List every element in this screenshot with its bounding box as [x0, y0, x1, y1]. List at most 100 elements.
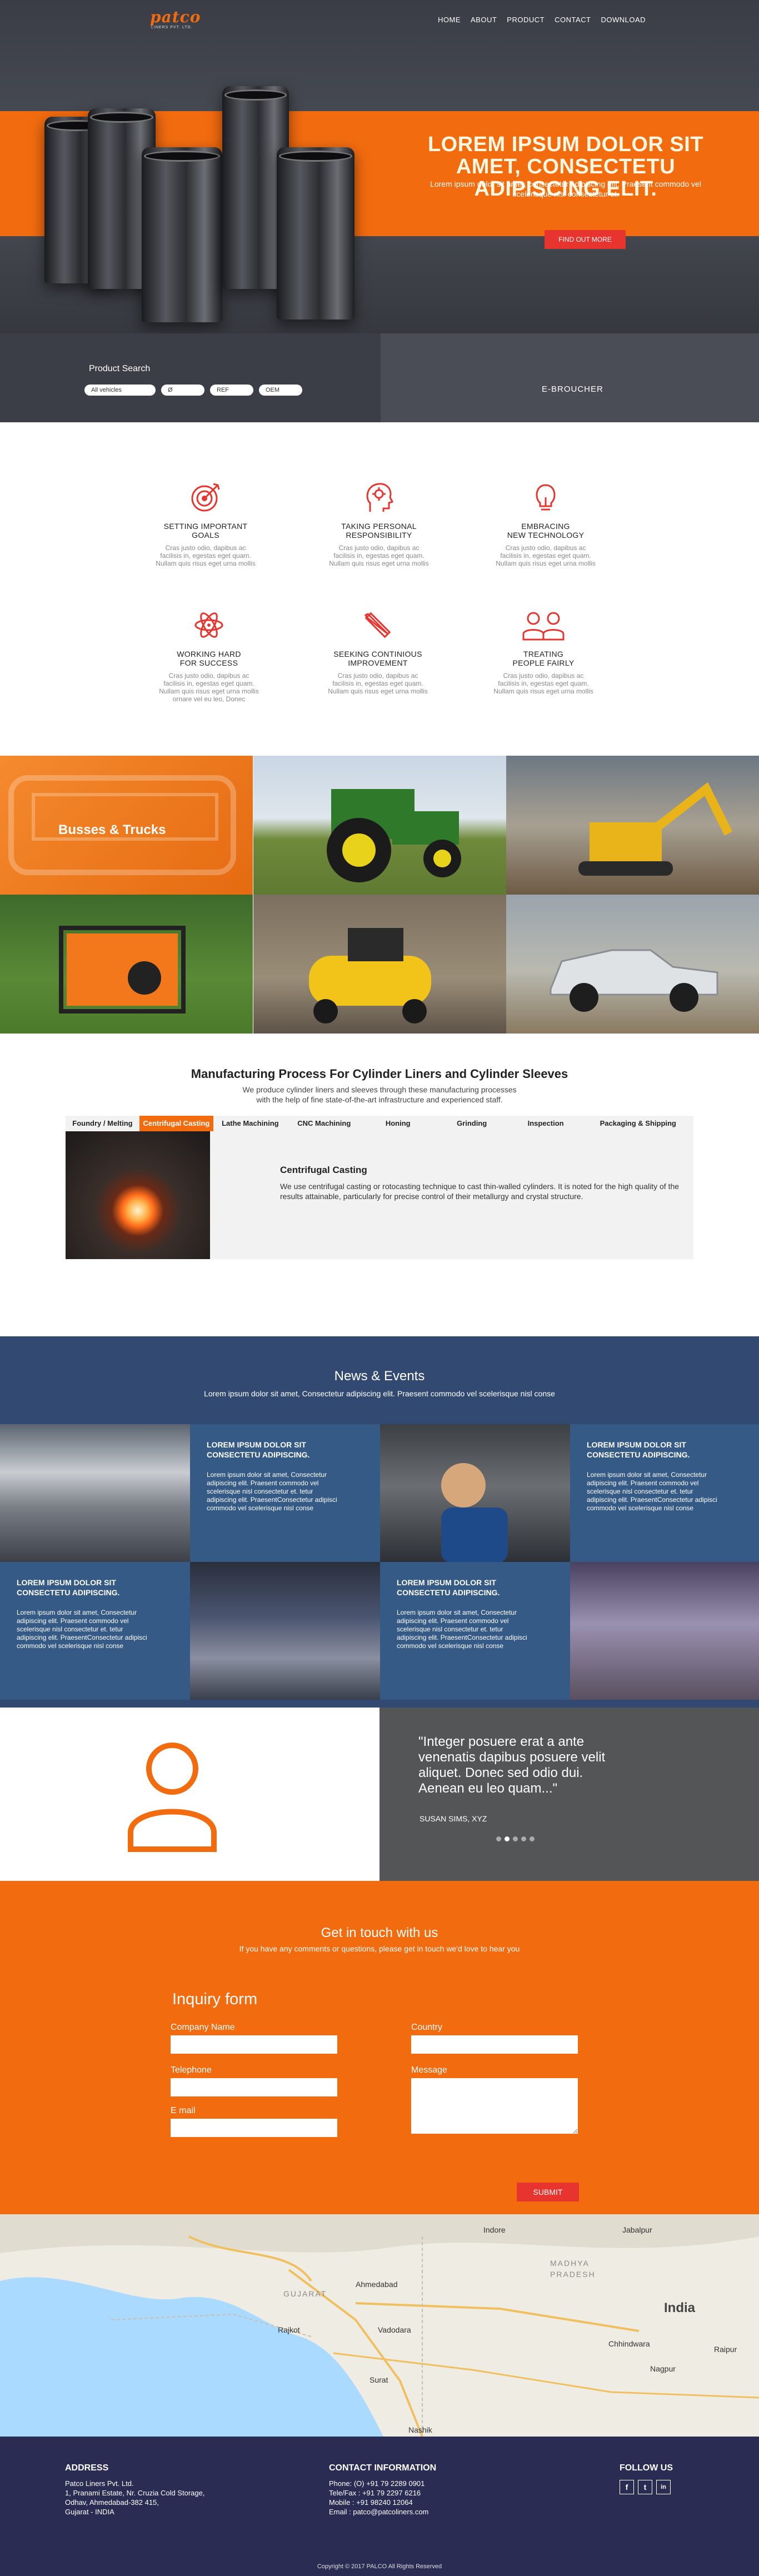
news-item[interactable]: LOREM IPSUM DOLOR SIT CONSECTETU ADIPISCI…	[190, 1424, 380, 1562]
company-name-input[interactable]	[171, 2035, 337, 2054]
news-text-line: adipiscing elit. Praesent commodo vel	[17, 1617, 129, 1625]
location-map[interactable]: GUJARAT Ahmedabad Rajkot Vadodara Surat …	[0, 2214, 759, 2437]
tile-pickup-truck[interactable]	[506, 895, 759, 1034]
footer: ADDRESS Patco Liners Pvt. Ltd. 1, Pranam…	[0, 2437, 759, 2576]
feature-title-line: WORKING HARD	[177, 650, 241, 658]
contact-line: Tele/Fax : +91 79 2297 6216	[329, 2489, 421, 2497]
nav-home[interactable]: HOME	[438, 16, 461, 24]
tile-busses-trucks[interactable]: Busses & Trucks	[0, 756, 253, 895]
tab-grinding[interactable]: Grinding	[435, 1116, 509, 1131]
tile-tractor[interactable]	[253, 756, 506, 895]
news-image-exhibition[interactable]	[570, 1562, 759, 1700]
contact-line: Mobile : +91 98240 12064	[329, 2498, 413, 2507]
logo[interactable]: patco	[150, 8, 201, 26]
nav-product[interactable]: PRODUCT	[507, 16, 545, 24]
tab-inspection[interactable]: Inspection	[509, 1116, 583, 1131]
vehicle-select[interactable]: All vehicles	[84, 385, 156, 396]
carousel-dot[interactable]	[513, 1836, 518, 1841]
feature-text-line: Cras justo odio, dapibus ac	[165, 544, 246, 552]
message-textarea[interactable]	[411, 2078, 578, 2134]
linkedin-icon[interactable]: in	[656, 2480, 671, 2494]
tab-centrifugal-casting[interactable]: Centrifugal Casting	[139, 1116, 213, 1131]
nav-download[interactable]: DOWNLOAD	[601, 16, 646, 24]
process-panel: Centrifugal Casting We use centrifugal c…	[66, 1131, 693, 1259]
tab-cnc-machining[interactable]: CNC Machining	[287, 1116, 361, 1131]
telephone-input[interactable]	[171, 2078, 337, 2096]
twitter-icon[interactable]: t	[638, 2480, 652, 2494]
diameter-input[interactable]: Ø	[161, 385, 204, 396]
map-city: Raipur	[714, 2345, 737, 2354]
ebroucher-link[interactable]: E-BROUCHER	[542, 385, 603, 394]
tile-excavator[interactable]	[506, 756, 759, 895]
feature-title-line: EMBRACING	[521, 522, 570, 531]
pencil-ruler-icon	[364, 612, 391, 638]
people-icon	[522, 612, 565, 641]
centrifugal-casting-image	[66, 1131, 210, 1259]
map-label: GUJARAT	[283, 2289, 327, 2298]
process-tabs: Foundry / Melting Centrifugal Casting La…	[66, 1116, 693, 1131]
nav-about[interactable]: ABOUT	[471, 16, 497, 24]
map-city: Indore	[483, 2225, 506, 2234]
process-subtitle: We produce cylinder liners and sleeves t…	[0, 1085, 759, 1105]
country-input[interactable]	[411, 2035, 578, 2054]
hero-text: Lorem ipsum dolor sit amet, consectetur …	[430, 179, 701, 198]
ebroucher-panel[interactable]	[381, 333, 759, 422]
facebook-icon[interactable]: f	[620, 2480, 634, 2494]
news-item[interactable]: LOREM IPSUM DOLOR SIT CONSECTETU ADIPISCI…	[380, 1562, 570, 1700]
map-city: Nagpur	[650, 2364, 676, 2373]
find-out-more-button[interactable]: FIND OUT MORE	[545, 230, 626, 249]
product-search-label: Product Search	[89, 364, 151, 373]
copyright-text: Copyright © 2017 PALCO All Rights Reserv…	[317, 2563, 442, 2570]
hero-section: patco LINERS PVT. LTD. HOME ABOUT PRODUC…	[0, 0, 759, 422]
tab-honing[interactable]: Honing	[361, 1116, 435, 1131]
news-image-mechanic[interactable]	[380, 1424, 570, 1562]
carousel-dots	[496, 1836, 535, 1841]
oem-input[interactable]: OEM	[259, 385, 302, 396]
process-subtitle-line: We produce cylinder liners and sleeves t…	[242, 1085, 517, 1094]
carousel-dot[interactable]	[505, 1836, 510, 1841]
feature-title-line: IMPROVEMENT	[348, 658, 408, 667]
user-avatar-icon	[128, 1743, 217, 1852]
carousel-dot[interactable]	[521, 1836, 526, 1841]
news-text-line: Lorem ipsum dolor sit amet, Consectetur	[17, 1609, 137, 1616]
feature-title-line: GOALS	[192, 531, 219, 540]
news-text-line: commodo vel scelerisque nisl conse	[587, 1504, 694, 1512]
gear-head-icon	[366, 483, 394, 512]
vehicle-gallery: Busses & Trucks	[0, 756, 759, 1034]
feature-title-line: FOR SUCCESS	[179, 658, 238, 667]
tile-generator[interactable]	[0, 895, 253, 1034]
nav-contact[interactable]: CONTACT	[555, 16, 591, 24]
news-title-line: CONSECTETU ADIPISCING.	[207, 1450, 310, 1459]
carousel-dot[interactable]	[530, 1836, 535, 1841]
email-input[interactable]	[171, 2119, 337, 2137]
tab-lathe-machining[interactable]: Lathe Machining	[213, 1116, 287, 1131]
news-text-line: adipiscing elit. PraesentConsectetur adi…	[17, 1634, 147, 1641]
tab-packaging-shipping[interactable]: Packaging & Shipping	[583, 1116, 693, 1131]
map-label: MADHYA	[550, 2259, 590, 2268]
feature-text-line: Nullam quis risus eget urna mollis	[328, 687, 428, 695]
news-image-autoshow[interactable]	[0, 1424, 190, 1562]
news-item[interactable]: LOREM IPSUM DOLOR SIT CONSECTETU ADIPISCI…	[570, 1424, 759, 1562]
email-link[interactable]: Email : patco@patcoliners.com	[329, 2508, 428, 2516]
feature-text-line: Cras justo odio, dapibus ac	[503, 672, 584, 680]
news-item[interactable]: LOREM IPSUM DOLOR SIT CONSECTETU ADIPISCI…	[0, 1562, 190, 1700]
tab-foundry-melting[interactable]: Foundry / Melting	[66, 1116, 139, 1131]
lightbulb-icon	[536, 484, 556, 511]
tile-compressor[interactable]	[253, 895, 506, 1034]
carousel-dot[interactable]	[496, 1836, 501, 1841]
main-nav: HOME ABOUT PRODUCT CONTACT DOWNLOAD	[438, 16, 646, 24]
news-text-line: adipiscing elit. PraesentConsectetur adi…	[207, 1496, 337, 1504]
news-image-expo-hall[interactable]	[190, 1562, 380, 1700]
address-line: Gujarat - INDIA	[65, 2508, 114, 2516]
news-text-line: scelerisque nisl consectetur et. tetur	[397, 1625, 503, 1633]
feature-title-line: SEEKING CONTINIOUS	[333, 650, 422, 658]
feature-working-hard: WORKING HARD FOR SUCCESS Cras justo odio,…	[142, 608, 276, 703]
inquiry-form-title: Inquiry form	[172, 1990, 258, 2008]
news-text-line: adipiscing elit. Praesent commodo vel	[207, 1479, 319, 1487]
testimonial-quote: "Integer posuere erat a ante venenatis d…	[418, 1734, 606, 1796]
submit-button[interactable]: SUBMIT	[517, 2183, 579, 2201]
feature-responsibility: TAKING PERSONAL RESPONSIBILITY Cras justo…	[312, 481, 446, 567]
logo-tagline: LINERS PVT. LTD.	[151, 26, 193, 29]
ref-input[interactable]: REF	[210, 385, 253, 396]
message-label: Message	[411, 2065, 447, 2075]
